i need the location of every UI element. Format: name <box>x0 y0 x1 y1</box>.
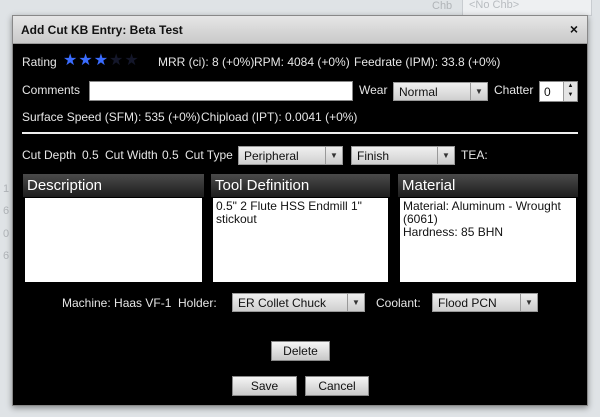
tea-label: TEA: <box>461 148 488 162</box>
mrr-stat: MRR (ci): 8 (+0%) <box>158 55 255 69</box>
rating-label: Rating <box>22 55 57 69</box>
finish-value: Finish <box>357 149 390 163</box>
coolant-select[interactable]: Flood PCN ▼ <box>432 293 538 312</box>
wear-value: Normal <box>399 85 438 99</box>
rpm-stat: RPM: 4084 (+0%) <box>254 55 350 69</box>
rating-stars[interactable]: ★ ★ ★ ★ ★ <box>63 53 139 69</box>
bg-row-digit: 1 <box>3 183 10 195</box>
tool-definition-panel: Tool Definition 0.5" 2 Flute HSS Endmill… <box>211 174 390 282</box>
close-icon[interactable]: × <box>570 21 578 37</box>
chevron-down-icon: ▼ <box>347 294 364 311</box>
stepper-arrows-icon[interactable]: ▲ ▼ <box>563 82 577 101</box>
add-cut-kb-dialog: Add Cut KB Entry: Beta Test × Rating ★ ★ ★… <box>12 15 588 406</box>
holder-select[interactable]: ER Collet Chuck ▼ <box>232 293 365 312</box>
chatter-label: Chatter <box>494 83 534 97</box>
cut-type-select[interactable]: Peripheral ▼ <box>238 146 343 165</box>
material-text: Material: Aluminum - Wrought (6061) Hard… <box>400 198 576 282</box>
bg-row-digit: 6 <box>3 250 10 262</box>
cut-width-label: Cut Width <box>105 148 158 162</box>
bg-row-digit: 6 <box>3 205 10 217</box>
machine-label: Machine: Haas VF-1 <box>62 296 172 310</box>
star-icon[interactable]: ★ <box>63 53 77 69</box>
star-icon[interactable]: ★ <box>78 53 92 69</box>
description-panel: Description <box>23 174 204 282</box>
cut-type-value: Peripheral <box>244 149 299 163</box>
comments-label: Comments <box>22 83 81 97</box>
description-header: Description <box>23 174 204 197</box>
material-header: Material <box>398 174 578 197</box>
coolant-value: Flood PCN <box>438 296 497 310</box>
wear-select[interactable]: Normal ▼ <box>393 82 488 101</box>
description-textarea[interactable] <box>25 198 202 282</box>
delete-button[interactable]: Delete <box>271 341 330 361</box>
cut-depth-label: Cut Depth <box>22 148 77 162</box>
comments-input[interactable] <box>89 81 353 101</box>
bg-chb-label: Chb <box>432 0 453 12</box>
chevron-down-icon: ▼ <box>437 147 454 164</box>
finish-select[interactable]: Finish ▼ <box>351 146 455 165</box>
cut-width-value: 0.5 <box>162 148 179 162</box>
cancel-button[interactable]: Cancel <box>305 376 369 396</box>
wear-label: Wear <box>359 83 388 97</box>
holder-value: ER Collet Chuck <box>238 296 327 310</box>
chevron-down-icon: ▼ <box>325 147 342 164</box>
sfm-stat: Surface Speed (SFM): 535 (+0%) <box>22 110 201 124</box>
tool-definition-header: Tool Definition <box>211 174 390 197</box>
chatter-value: 0 <box>544 85 551 99</box>
cut-depth-value: 0.5 <box>82 148 99 162</box>
chatter-stepper[interactable]: 0 ▲ ▼ <box>539 81 578 102</box>
feedrate-stat: Feedrate (IPM): 33.8 (+0%) <box>354 55 501 69</box>
tool-definition-text: 0.5" 2 Flute HSS Endmill 1" stickout <box>213 198 388 282</box>
chevron-down-icon: ▼ <box>520 294 537 311</box>
holder-label: Holder: <box>178 296 217 310</box>
chevron-down-icon: ▼ <box>470 83 487 100</box>
material-panel: Material Material: Aluminum - Wrought (6… <box>398 174 578 282</box>
divider <box>22 132 578 134</box>
save-button[interactable]: Save <box>232 376 297 396</box>
star-icon[interactable]: ★ <box>109 53 123 69</box>
star-icon[interactable]: ★ <box>124 53 138 69</box>
coolant-label: Coolant: <box>376 296 421 310</box>
dialog-title: Add Cut KB Entry: Beta Test <box>21 23 183 37</box>
star-icon[interactable]: ★ <box>94 53 108 69</box>
cut-type-label: Cut Type <box>185 148 233 162</box>
chipload-stat: Chipload (IPT): 0.0041 (+0%) <box>201 110 358 124</box>
bg-row-digit: 0 <box>3 228 10 240</box>
bg-chb-field: <No Chb> <box>462 0 592 16</box>
dialog-titlebar[interactable]: Add Cut KB Entry: Beta Test × <box>13 16 587 44</box>
